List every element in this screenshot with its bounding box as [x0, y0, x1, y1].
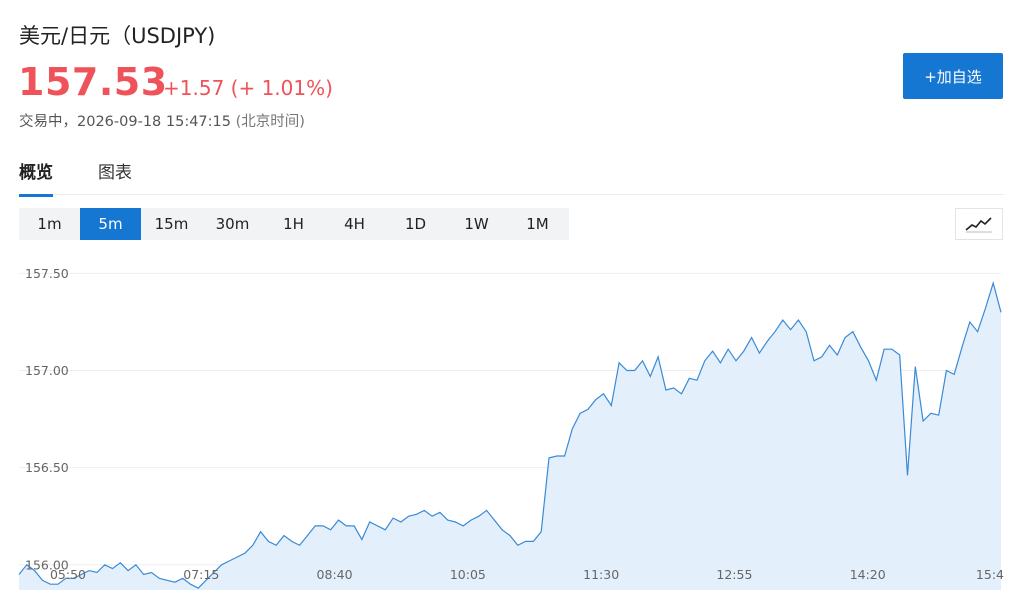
tab-chart[interactable]: 图表 — [98, 158, 132, 191]
price-change: +1.57 (+ 1.01%) — [163, 76, 333, 100]
x-tick-label: 05:50 — [50, 567, 86, 582]
interval-1w[interactable]: 1W — [446, 208, 507, 240]
timezone-text: (北京时间) — [235, 114, 305, 130]
y-tick-label: 157.50 — [25, 266, 69, 281]
interval-1m[interactable]: 1m — [19, 208, 80, 240]
x-tick-label: 10:05 — [450, 567, 486, 582]
tab-overview[interactable]: 概览 — [19, 158, 53, 197]
x-tick-label: 08:40 — [317, 567, 353, 582]
x-tick-label: 11:30 — [583, 567, 619, 582]
price-area-fill — [19, 283, 1001, 590]
trading-status: 交易中，2026-09-18 15:47:15 (北京时间) — [19, 110, 305, 131]
interval-30m[interactable]: 30m — [202, 208, 263, 240]
tab-bar: 概览 图表 — [19, 158, 1004, 197]
interval-selector: 1m 5m 15m 30m 1H 4H 1D 1W 1M — [19, 208, 569, 240]
y-tick-label: 157.00 — [25, 363, 69, 378]
interval-4h[interactable]: 4H — [324, 208, 385, 240]
current-price: 157.53 — [18, 60, 168, 104]
x-tick-label: 07:15 — [183, 567, 219, 582]
y-tick-label: 156.50 — [25, 460, 69, 475]
pair-title: 美元/日元（USDJPY) — [19, 24, 216, 48]
x-tick-label: 12:55 — [716, 567, 752, 582]
interval-15m[interactable]: 15m — [141, 208, 202, 240]
x-tick-label: 15:4 — [976, 567, 1004, 582]
interval-1d[interactable]: 1D — [385, 208, 446, 240]
chart-type-button[interactable] — [955, 208, 1003, 240]
interval-5m[interactable]: 5m — [80, 208, 141, 240]
interval-1h[interactable]: 1H — [263, 208, 324, 240]
add-watchlist-button[interactable]: +加自选 — [903, 53, 1003, 99]
interval-1mo[interactable]: 1M — [507, 208, 568, 240]
price-chart[interactable]: 157.50157.00156.50156.00 05:50 07:15 08:40… — [0, 250, 1024, 600]
x-tick-label: 14:20 — [850, 567, 886, 582]
line-chart-icon — [965, 217, 992, 233]
status-text: 交易中，2026-09-18 15:47:15 — [19, 114, 231, 130]
